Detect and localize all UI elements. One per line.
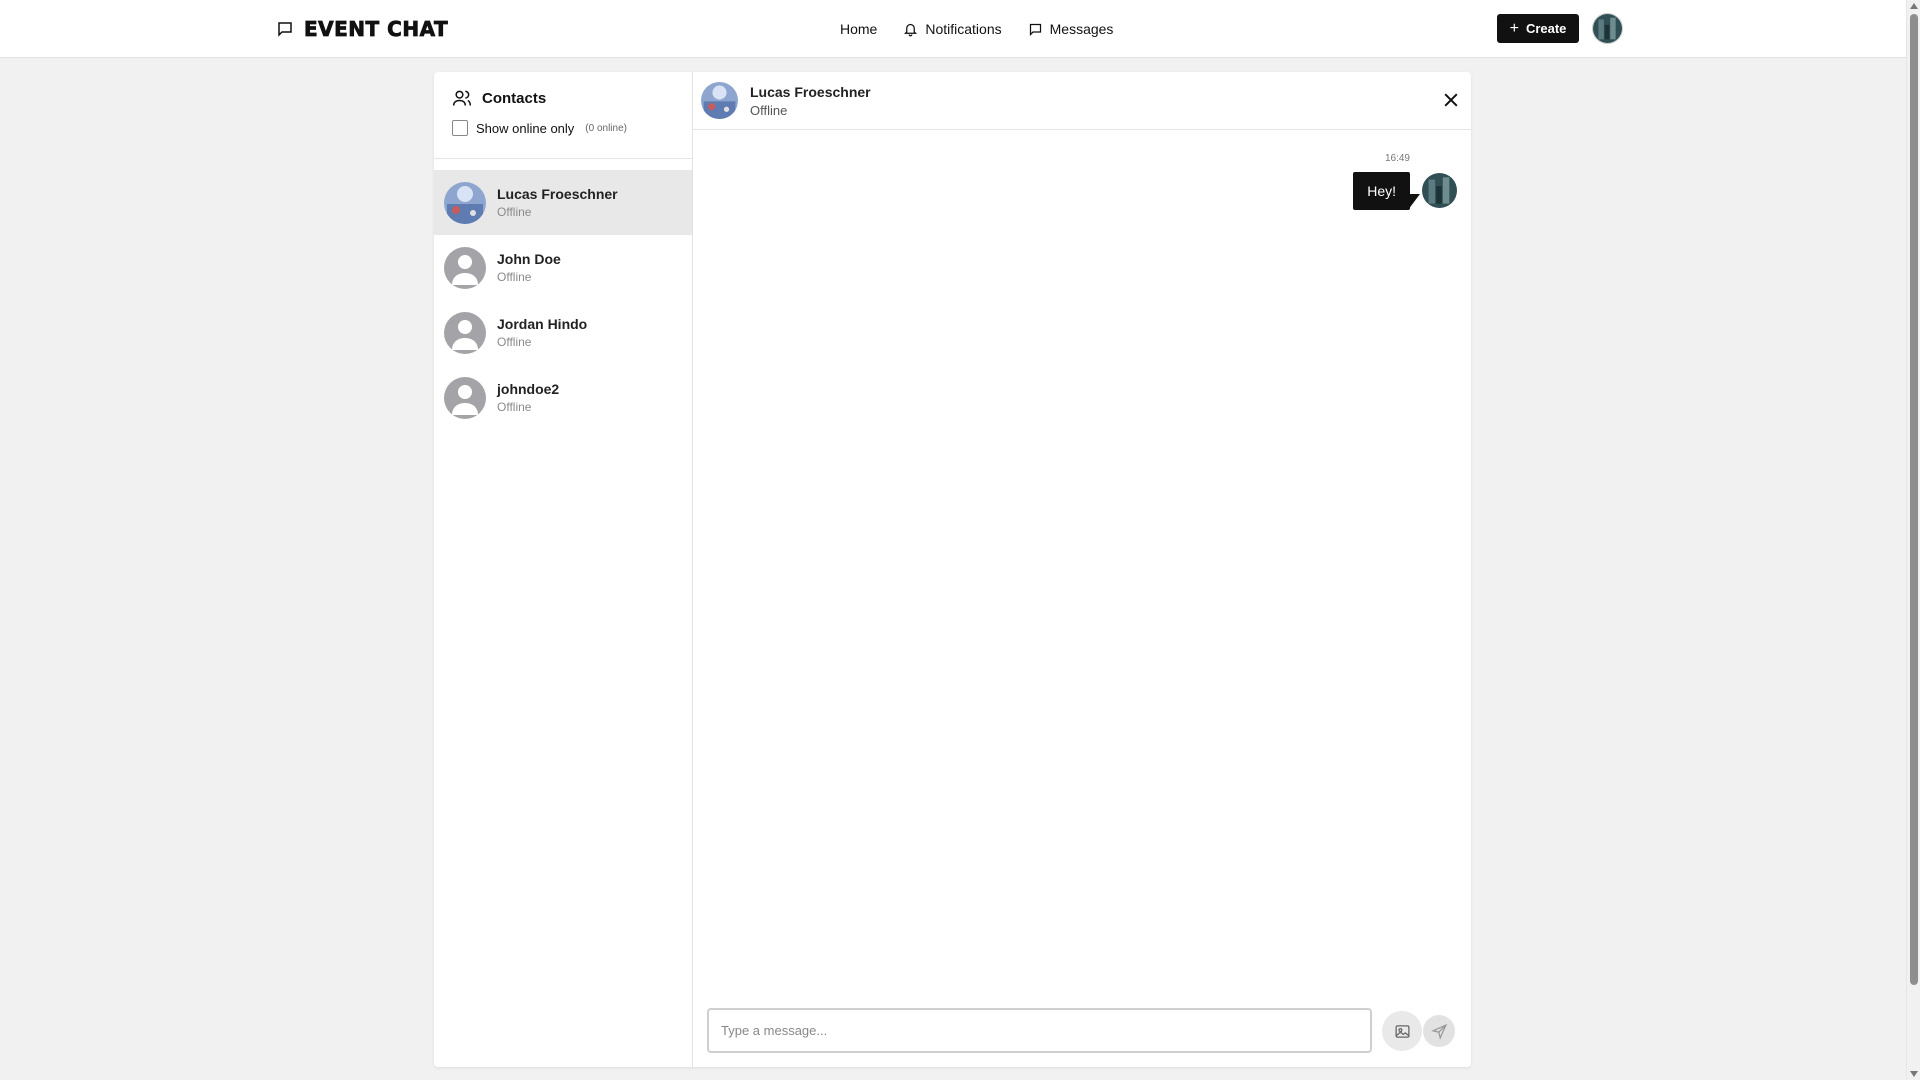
contacts-title-text: Contacts — [482, 89, 547, 107]
message-composer — [693, 975, 1471, 1067]
contact-status: Offline — [497, 335, 532, 349]
top-navbar: EVENT CHAT Home Notifications Messages +… — [0, 0, 1906, 58]
contact-list: Lucas Froeschner Offline John Doe Offlin… — [434, 159, 692, 430]
plus-icon: + — [1509, 19, 1519, 37]
nav-notifications-label: Notifications — [925, 21, 1002, 37]
chat-header: Lucas Froeschner Offline — [693, 72, 1471, 130]
scroll-up-arrow[interactable] — [1910, 3, 1918, 9]
message-bubble-tail — [1408, 194, 1420, 210]
chat-contact-status: Offline — [750, 102, 788, 118]
contact-name: johndoe2 — [497, 381, 560, 397]
online-only-label[interactable]: Show online only — [476, 121, 574, 136]
brand-name: EVENT CHAT — [304, 17, 449, 42]
online-count: (0 online) — [585, 122, 627, 134]
bell-icon — [904, 23, 918, 36]
nav-notifications[interactable]: Notifications — [903, 21, 1002, 37]
message-area: 16:49 Hey! — [693, 130, 1471, 975]
page-scrollbar[interactable] — [1906, 0, 1920, 1080]
brand-logo[interactable]: EVENT CHAT — [276, 16, 448, 42]
scroll-thumb[interactable] — [1910, 14, 1918, 985]
contact-item[interactable]: Jordan Hindo Offline — [434, 300, 692, 365]
main-nav: Home Notifications Messages — [840, 18, 1113, 40]
contact-item[interactable]: Lucas Froeschner Offline — [434, 170, 692, 235]
default-avatar-icon — [444, 246, 486, 289]
chat-bubble-icon — [278, 22, 292, 37]
chat-contact-name: Lucas Froeschner — [750, 83, 871, 100]
chat-contact-avatar — [701, 82, 738, 119]
nav-home[interactable]: Home — [840, 21, 877, 37]
messaging-panel: Contacts Show online only (0 online) Luc… — [434, 72, 1471, 1067]
message-icon — [1029, 23, 1041, 36]
chat-window: Lucas Froeschner Offline 16:49 Hey! — [693, 72, 1471, 1067]
avatar-photo — [1593, 14, 1622, 43]
contact-status: Offline — [497, 270, 532, 284]
image-icon — [1394, 1024, 1410, 1038]
contact-name: John Doe — [497, 251, 561, 267]
nav-messages-label: Messages — [1049, 21, 1114, 37]
send-icon — [1430, 1023, 1447, 1040]
default-avatar-icon — [444, 376, 486, 419]
message-input[interactable] — [707, 1008, 1372, 1053]
contact-status: Offline — [497, 205, 532, 219]
contact-item[interactable]: John Doe Offline — [434, 235, 692, 300]
contacts-title: Contacts — [452, 88, 674, 108]
create-label: Create — [1525, 21, 1567, 36]
users-icon — [452, 90, 472, 106]
user-avatar[interactable] — [1592, 13, 1623, 44]
contacts-sidebar: Contacts Show online only (0 online) Luc… — [434, 72, 693, 1067]
contact-name: Jordan Hindo — [497, 316, 588, 332]
close-icon[interactable] — [1441, 90, 1461, 110]
scroll-down-arrow[interactable] — [1910, 1071, 1918, 1077]
sender-avatar — [1422, 173, 1457, 208]
contact-status: Offline — [497, 400, 532, 414]
online-only-checkbox[interactable] — [452, 120, 468, 136]
message-bubble: Hey! — [1353, 172, 1410, 210]
online-filter: Show online only (0 online) — [452, 120, 674, 136]
message-timestamp: 16:49 — [1384, 153, 1410, 164]
contact-name: Lucas Froeschner — [497, 186, 618, 202]
attach-image-button[interactable] — [1382, 1011, 1422, 1051]
nav-messages[interactable]: Messages — [1028, 21, 1114, 37]
contact-avatar — [444, 181, 486, 224]
default-avatar-icon — [444, 311, 486, 354]
create-button[interactable]: + Create — [1497, 14, 1579, 43]
send-button[interactable] — [1423, 1015, 1455, 1047]
contacts-header: Contacts Show online only (0 online) — [434, 72, 692, 159]
contact-item[interactable]: johndoe2 Offline — [434, 365, 692, 430]
